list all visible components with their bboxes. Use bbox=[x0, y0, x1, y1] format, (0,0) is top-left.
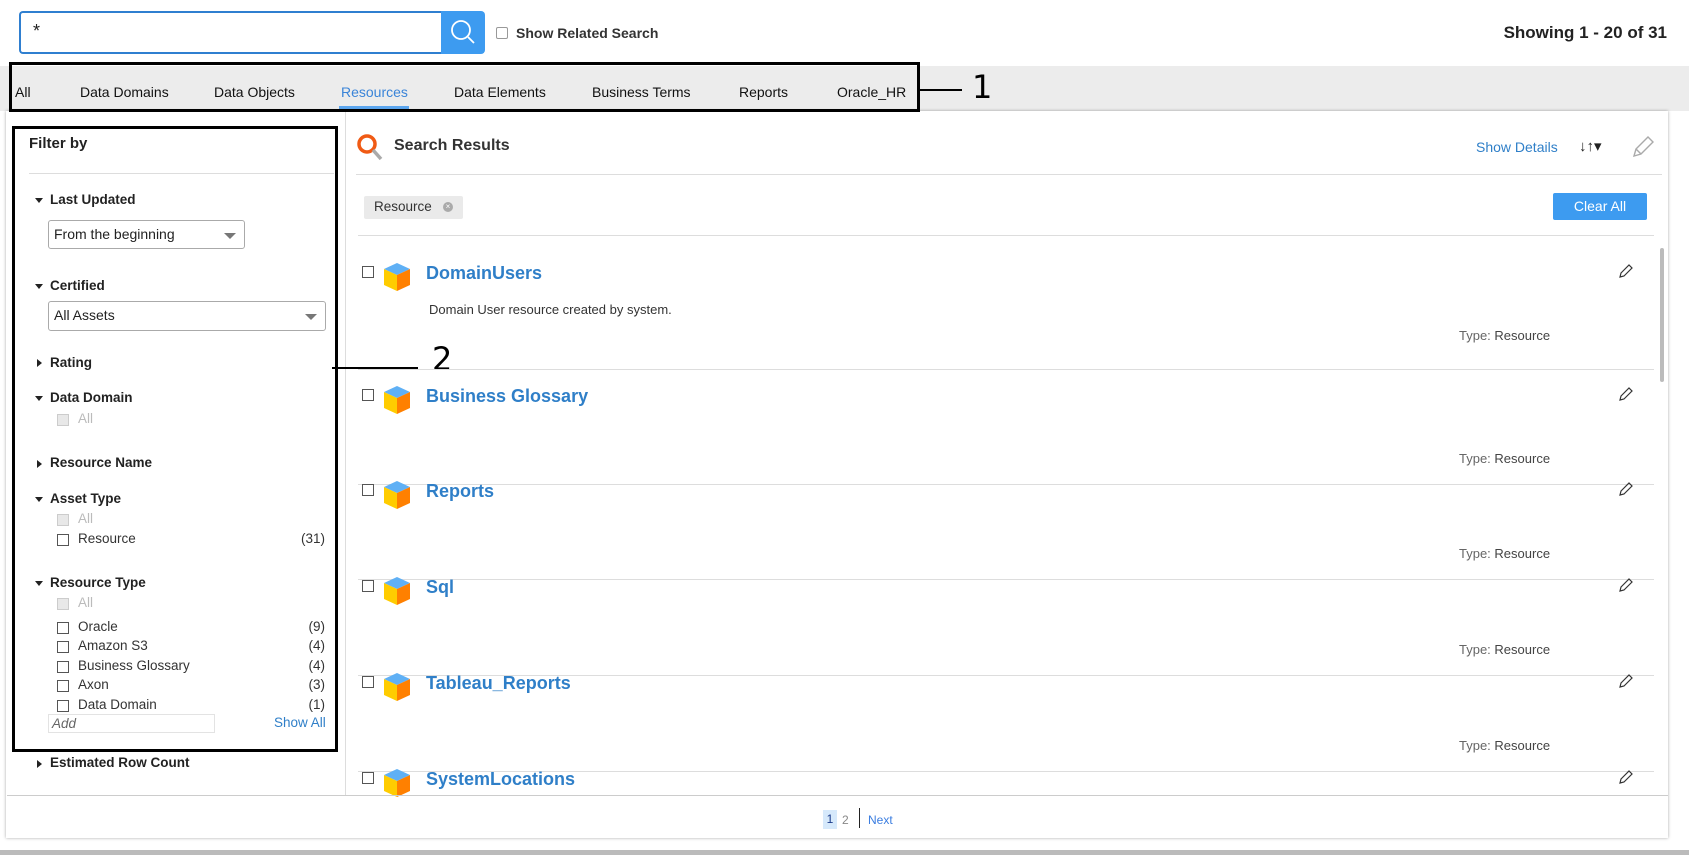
annotation-box-1 bbox=[9, 62, 920, 112]
type-value: Resource bbox=[1494, 451, 1551, 466]
resource-cube-icon bbox=[382, 262, 412, 295]
annotation-line-1 bbox=[920, 89, 962, 91]
resource-cube-icon bbox=[382, 480, 412, 513]
result-title-link[interactable]: Business Glossary bbox=[426, 386, 588, 407]
show-related-search-label: Show Related Search bbox=[516, 25, 659, 41]
pagination-separator bbox=[859, 808, 860, 828]
resource-cube-icon bbox=[382, 768, 412, 801]
show-related-search-checkbox[interactable] bbox=[496, 27, 508, 39]
panel-divider bbox=[345, 111, 346, 795]
result-title-link[interactable]: DomainUsers bbox=[426, 263, 542, 284]
result-description: Domain User resource created by system. bbox=[429, 302, 672, 317]
result-title-link[interactable]: Reports bbox=[426, 481, 494, 502]
divider bbox=[358, 235, 1654, 236]
divider bbox=[356, 174, 1662, 175]
type-value: Resource bbox=[1494, 328, 1551, 343]
result-checkbox[interactable] bbox=[362, 676, 374, 688]
edit-pencil-icon[interactable] bbox=[1618, 386, 1634, 405]
edit-pencil-icon[interactable] bbox=[1618, 481, 1634, 500]
result-title-link[interactable]: Sql bbox=[426, 577, 454, 598]
result-checkbox[interactable] bbox=[362, 484, 374, 496]
annotation-box-2 bbox=[12, 126, 338, 752]
result-title-link[interactable]: SystemLocations bbox=[426, 769, 575, 790]
edit-pencil-icon[interactable] bbox=[1630, 134, 1656, 160]
result-type: Type: Resource bbox=[1459, 738, 1550, 753]
next-page-link[interactable]: Next bbox=[868, 813, 893, 827]
caret-right-icon[interactable] bbox=[37, 760, 42, 768]
divider bbox=[358, 579, 1654, 580]
type-label: Type: bbox=[1459, 546, 1491, 561]
window-bottom-border bbox=[0, 850, 1689, 855]
type-label: Type: bbox=[1459, 642, 1491, 657]
resource-cube-icon bbox=[382, 576, 412, 609]
type-value: Resource bbox=[1494, 546, 1551, 561]
type-label: Type: bbox=[1459, 451, 1491, 466]
search-value: * bbox=[33, 21, 41, 41]
edit-pencil-icon[interactable] bbox=[1618, 673, 1634, 692]
results-scrollbar[interactable] bbox=[1660, 248, 1664, 382]
result-title-link[interactable]: Tableau_Reports bbox=[426, 673, 571, 694]
divider bbox=[358, 369, 1654, 370]
result-checkbox[interactable] bbox=[362, 389, 374, 401]
result-checkbox[interactable] bbox=[362, 266, 374, 278]
remove-chip-icon[interactable]: × bbox=[443, 202, 453, 212]
result-checkbox[interactable] bbox=[362, 772, 374, 784]
result-checkbox[interactable] bbox=[362, 580, 374, 592]
chip-label: Resource bbox=[374, 199, 432, 214]
search-results-icon bbox=[357, 134, 383, 161]
edit-pencil-icon[interactable] bbox=[1618, 263, 1634, 282]
result-type: Type: Resource bbox=[1459, 328, 1550, 343]
page-2-button[interactable]: 2 bbox=[842, 813, 849, 827]
divider bbox=[358, 484, 1654, 485]
search-button[interactable] bbox=[441, 11, 485, 54]
annotation-label-1: 1 bbox=[972, 68, 993, 106]
type-label: Type: bbox=[1459, 738, 1491, 753]
resource-filter-chip: Resource × bbox=[364, 196, 463, 219]
results-count: Showing 1 - 20 of 31 bbox=[1503, 23, 1667, 42]
resource-cube-icon bbox=[382, 672, 412, 705]
edit-pencil-icon[interactable] bbox=[1618, 577, 1634, 596]
result-type: Type: Resource bbox=[1459, 546, 1550, 561]
clear-all-button[interactable]: Clear All bbox=[1553, 193, 1647, 220]
search-icon bbox=[451, 20, 475, 44]
resource-cube-icon bbox=[382, 385, 412, 418]
result-type: Type: Resource bbox=[1459, 642, 1550, 657]
annotation-label-2: 2 bbox=[432, 340, 453, 378]
type-value: Resource bbox=[1494, 738, 1551, 753]
result-type: Type: Resource bbox=[1459, 451, 1550, 466]
divider bbox=[7, 795, 1668, 796]
show-details-link[interactable]: Show Details bbox=[1476, 139, 1558, 155]
search-input[interactable]: * bbox=[19, 11, 443, 54]
sort-icon[interactable]: ↓↑▾ bbox=[1579, 137, 1602, 155]
search-results-title: Search Results bbox=[394, 137, 510, 154]
type-value: Resource bbox=[1494, 642, 1551, 657]
edit-pencil-icon[interactable] bbox=[1618, 769, 1634, 788]
page-1-button[interactable]: 1 bbox=[823, 810, 837, 829]
filter-estimated-row-count[interactable]: Estimated Row Count bbox=[50, 755, 190, 770]
type-label: Type: bbox=[1459, 328, 1491, 343]
